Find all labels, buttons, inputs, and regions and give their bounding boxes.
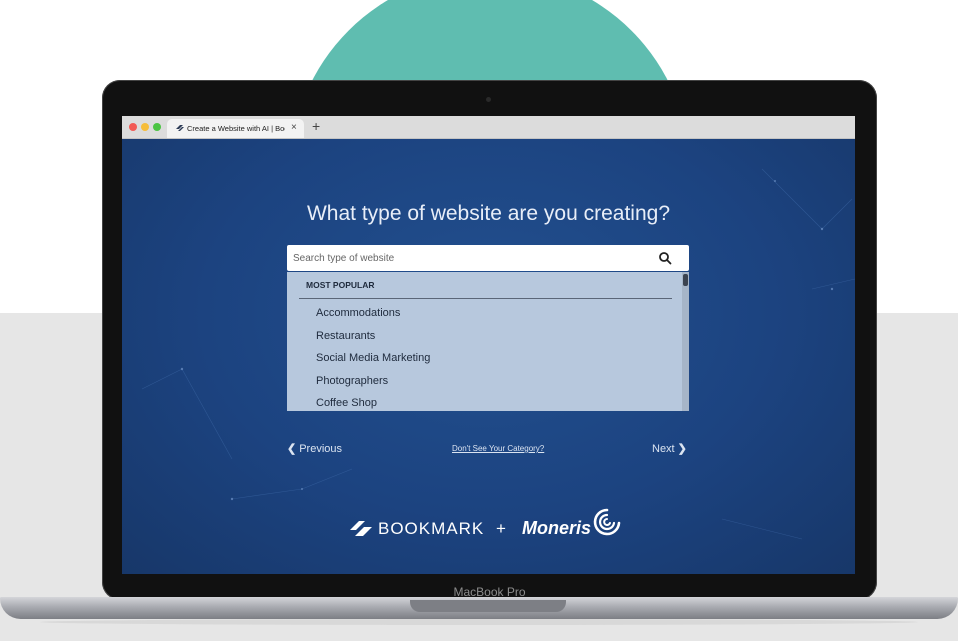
dropdown-divider	[299, 298, 672, 299]
bookmark-logo-icon	[350, 521, 372, 536]
bookmark-wordmark: BOOKMARK	[378, 519, 485, 538]
bookmark-favicon-icon	[175, 123, 185, 136]
laptop-base-notch	[410, 600, 566, 612]
previous-label: Previous	[299, 443, 343, 455]
previous-button[interactable]: ❮ Previous	[287, 442, 342, 455]
close-window-button[interactable]	[129, 123, 137, 131]
minimize-window-button[interactable]	[141, 123, 149, 131]
moneris-wordmark: Moneris	[522, 518, 592, 538]
category-option[interactable]: Restaurants	[316, 328, 430, 351]
search-input[interactable]	[293, 245, 643, 271]
camera-dot	[486, 97, 491, 102]
maximize-window-button[interactable]	[153, 123, 161, 131]
page-heading: What type of website are you creating?	[306, 202, 671, 226]
category-option[interactable]: Photographers	[316, 373, 430, 396]
next-button[interactable]: Next ❯	[652, 442, 687, 455]
category-option[interactable]: Coffee Shop	[316, 395, 430, 418]
next-label: Next	[652, 443, 675, 455]
category-list: Accommodations Restaurants Social Media …	[316, 305, 430, 418]
search-box	[287, 245, 689, 271]
partner-branding: BOOKMARK + Moneris	[348, 507, 638, 547]
browser-tab[interactable]: Create a Website with AI | Bookmark ×	[167, 119, 304, 138]
tab-close-icon[interactable]: ×	[291, 122, 297, 133]
category-option[interactable]: Accommodations	[316, 305, 430, 328]
dropdown-scrollbar-thumb[interactable]	[683, 274, 688, 286]
browser-chrome: Create a Website with AI | Bookmark × +	[122, 116, 855, 139]
dont-see-category-link[interactable]: Don't See Your Category?	[452, 444, 544, 453]
page-content: What type of website are you creating? M…	[122, 139, 855, 574]
search-icon[interactable]	[658, 251, 672, 265]
laptop-screen: Create a Website with AI | Bookmark × +	[122, 116, 855, 574]
plus-sign: +	[496, 519, 506, 538]
new-tab-button[interactable]: +	[312, 118, 320, 134]
dropdown-section-title: MOST POPULAR	[306, 280, 375, 290]
dropdown-scrollbar[interactable]	[682, 272, 689, 411]
category-option[interactable]: Social Media Marketing	[316, 350, 430, 373]
category-dropdown: MOST POPULAR Accommodations Restaurants …	[287, 272, 689, 411]
chevron-left-icon: ❮	[287, 443, 297, 455]
laptop-shadow	[40, 619, 918, 625]
tab-title: Create a Website with AI | Bookmark	[187, 124, 285, 133]
chevron-right-icon: ❯	[677, 443, 687, 455]
moneris-logo-icon	[593, 508, 621, 536]
